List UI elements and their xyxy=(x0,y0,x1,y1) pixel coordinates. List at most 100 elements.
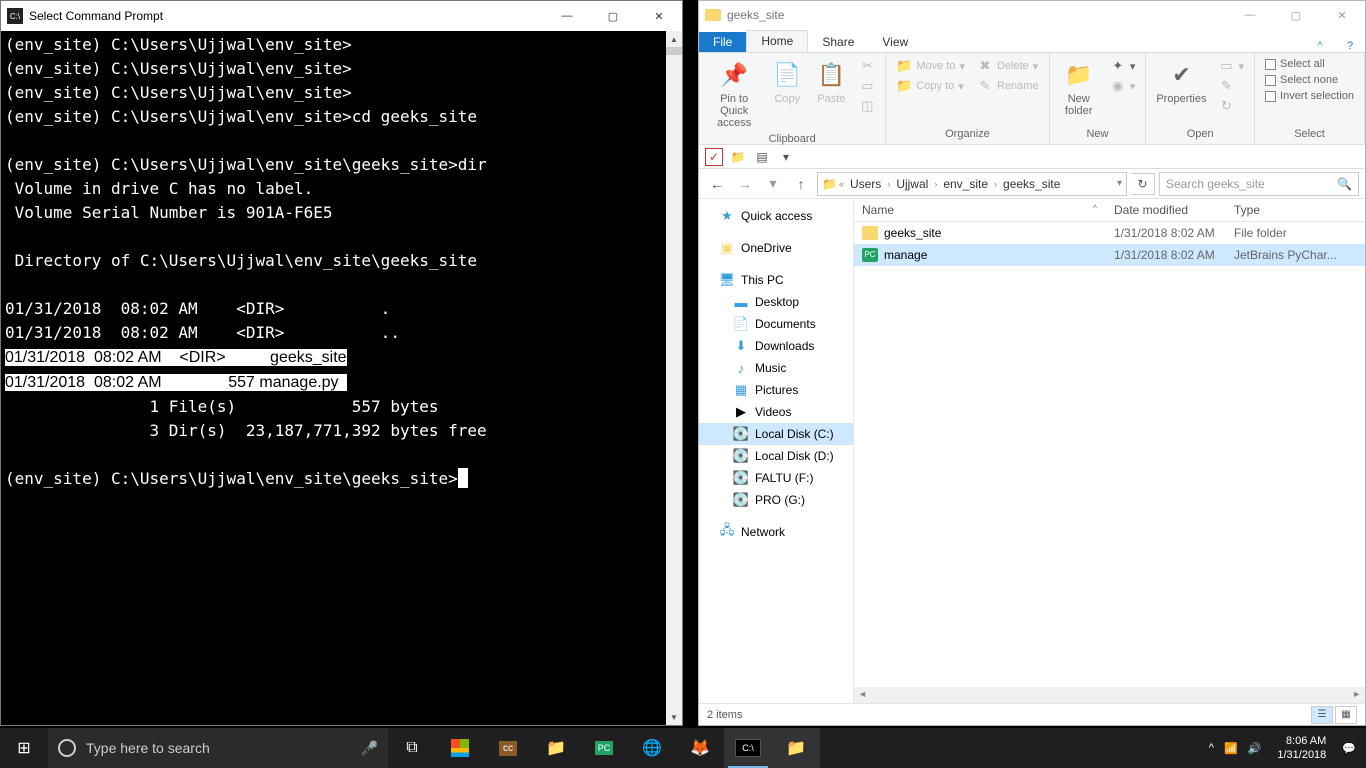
nav-videos[interactable]: ▶Videos xyxy=(699,401,853,423)
scroll-up-arrow[interactable]: ▲ xyxy=(666,31,682,47)
qat-folder-icon[interactable]: 📁 xyxy=(729,148,747,166)
properties-button[interactable]: ✔ Properties xyxy=(1152,57,1210,107)
taskbar-cmd[interactable]: C:\ xyxy=(724,728,772,768)
copy-to-button[interactable]: 📁Copy to ▾ xyxy=(892,77,969,95)
mic-icon: 🎤 xyxy=(361,740,378,757)
nav-quick-access[interactable]: ★Quick access xyxy=(699,205,853,227)
minimize-button[interactable]: — xyxy=(1227,1,1273,29)
minimize-button[interactable]: — xyxy=(544,1,590,31)
taskbar-search[interactable]: Type here to search 🎤 xyxy=(48,728,388,768)
nav-network[interactable]: 🖧Network xyxy=(699,521,853,543)
taskbar-app[interactable]: cc xyxy=(484,728,532,768)
nav-back-button[interactable]: ← xyxy=(705,172,729,196)
paste-button[interactable]: 📋 Paste xyxy=(811,57,851,107)
file-row[interactable]: PCmanage 1/31/2018 8:02 AM JetBrains PyC… xyxy=(854,244,1365,266)
music-icon: ♪ xyxy=(733,360,749,376)
nav-disk-c[interactable]: 💽Local Disk (C:) xyxy=(699,423,853,445)
history-button[interactable]: ↻ xyxy=(1214,97,1248,115)
breadcrumb[interactable]: 📁 « Users› Ujjwal› env_site› geeks_site … xyxy=(817,172,1127,196)
taskbar-chrome[interactable]: 🌐 xyxy=(628,728,676,768)
invert-selection-button[interactable]: Invert selection xyxy=(1261,89,1358,103)
nav-documents[interactable]: 📄Documents xyxy=(699,313,853,335)
task-view-button[interactable]: ⧉ xyxy=(388,728,436,768)
tab-share[interactable]: Share xyxy=(808,32,868,52)
easy-access-button[interactable]: ◉▾ xyxy=(1106,77,1140,95)
new-folder-icon: 📁 xyxy=(1063,59,1095,91)
nav-this-pc[interactable]: 🖥This PC xyxy=(699,269,853,291)
cmd-output[interactable]: (env_site) C:\Users\Ujjwal\env_site> (en… xyxy=(1,31,682,725)
tab-home[interactable]: Home xyxy=(746,30,808,52)
view-icons-button[interactable]: ▦ xyxy=(1335,706,1357,724)
item-count: 2 items xyxy=(707,709,742,721)
col-name[interactable]: Name ^ xyxy=(854,199,1106,221)
cmd-titlebar[interactable]: C:\ Select Command Prompt — ▢ ✕ xyxy=(1,1,682,31)
breadcrumb-item[interactable]: Users xyxy=(846,177,885,191)
refresh-button[interactable]: ↻ xyxy=(1131,173,1155,195)
select-all-button[interactable]: Select all xyxy=(1261,57,1358,71)
tray-chevron-icon[interactable]: ^ xyxy=(1209,742,1214,754)
maximize-button[interactable]: ▢ xyxy=(590,1,636,31)
tab-file[interactable]: File xyxy=(699,32,746,52)
close-button[interactable]: ✕ xyxy=(636,1,682,31)
horizontal-scrollbar[interactable]: ◄ ► xyxy=(854,687,1365,703)
taskbar-pycharm[interactable]: PC xyxy=(580,728,628,768)
qat-properties-icon[interactable]: ▤ xyxy=(753,148,771,166)
cmd-scrollbar[interactable]: ▲ ▼ xyxy=(666,31,682,725)
edit-button[interactable]: ✎ xyxy=(1214,77,1248,95)
close-button[interactable]: ✕ xyxy=(1319,1,1365,29)
nav-pictures[interactable]: ▦Pictures xyxy=(699,379,853,401)
qat-checkbox-icon[interactable]: ✓ xyxy=(705,148,723,166)
breadcrumb-item[interactable]: geeks_site xyxy=(999,177,1064,191)
breadcrumb-item[interactable]: Ujjwal xyxy=(892,177,932,191)
cmd-window: C:\ Select Command Prompt — ▢ ✕ (env_sit… xyxy=(0,0,683,726)
nav-forward-button[interactable]: → xyxy=(733,172,757,196)
nav-disk-g[interactable]: 💽PRO (G:) xyxy=(699,489,853,511)
wifi-icon[interactable]: 📶 xyxy=(1224,742,1238,755)
rename-icon: ✎ xyxy=(977,78,993,94)
paste-shortcut-button[interactable]: ◫ xyxy=(855,97,879,115)
qat-dropdown-icon[interactable]: ▾ xyxy=(777,148,795,166)
select-none-button[interactable]: Select none xyxy=(1261,73,1358,87)
properties-icon: ✔ xyxy=(1165,59,1197,91)
ribbon-collapse-icon[interactable]: ^ xyxy=(1305,40,1335,52)
explorer-titlebar[interactable]: geeks_site — ▢ ✕ xyxy=(699,1,1365,29)
rename-button[interactable]: ✎Rename xyxy=(973,77,1043,95)
nav-downloads[interactable]: ⬇Downloads xyxy=(699,335,853,357)
breadcrumb-item[interactable]: env_site xyxy=(939,177,992,191)
col-date[interactable]: Date modified xyxy=(1106,199,1226,221)
nav-up-button[interactable]: ↑ xyxy=(789,172,813,196)
cut-button[interactable]: ✂ xyxy=(855,57,879,75)
col-type[interactable]: Type xyxy=(1226,199,1365,221)
taskbar-explorer[interactable]: 📁 xyxy=(532,728,580,768)
help-icon[interactable]: ? xyxy=(1335,40,1365,52)
copy-button[interactable]: 📄 Copy xyxy=(767,57,807,107)
nav-desktop[interactable]: ▬Desktop xyxy=(699,291,853,313)
taskbar-explorer-running[interactable]: 📁 xyxy=(772,728,820,768)
start-button[interactable]: ⊞ xyxy=(0,728,48,768)
nav-disk-d[interactable]: 💽Local Disk (D:) xyxy=(699,445,853,467)
pin-quick-access-button[interactable]: 📌 Pin to Quick access xyxy=(705,57,763,131)
volume-icon[interactable]: 🔊 xyxy=(1248,742,1262,755)
taskbar-firefox[interactable]: 🦊 xyxy=(676,728,724,768)
nav-onedrive[interactable]: ▣OneDrive xyxy=(699,237,853,259)
move-to-button[interactable]: 📁Move to ▾ xyxy=(892,57,969,75)
scroll-thumb[interactable] xyxy=(666,47,682,55)
delete-button[interactable]: ✖Delete ▾ xyxy=(973,57,1043,75)
open-button[interactable]: ▭▾ xyxy=(1214,57,1248,75)
notifications-icon[interactable]: 💬 xyxy=(1342,742,1356,755)
copy-path-button[interactable]: ▭ xyxy=(855,77,879,95)
tab-view[interactable]: View xyxy=(868,32,922,52)
new-item-button[interactable]: ✦▾ xyxy=(1106,57,1140,75)
maximize-button[interactable]: ▢ xyxy=(1273,1,1319,29)
file-row[interactable]: geeks_site 1/31/2018 8:02 AM File folder xyxy=(854,222,1365,244)
taskbar-store[interactable] xyxy=(436,728,484,768)
view-details-button[interactable]: ☰ xyxy=(1311,706,1333,724)
clock[interactable]: 8:06 AM 1/31/2018 xyxy=(1271,734,1332,763)
nav-recent-button[interactable]: ▾ xyxy=(761,172,785,196)
address-bar-row: ← → ▾ ↑ 📁 « Users› Ujjwal› env_site› gee… xyxy=(699,169,1365,199)
nav-disk-f[interactable]: 💽FALTU (F:) xyxy=(699,467,853,489)
nav-music[interactable]: ♪Music xyxy=(699,357,853,379)
scroll-down-arrow[interactable]: ▼ xyxy=(666,709,682,725)
search-input[interactable]: Search geeks_site 🔍 xyxy=(1159,172,1359,196)
new-folder-button[interactable]: 📁 New folder xyxy=(1056,57,1102,119)
